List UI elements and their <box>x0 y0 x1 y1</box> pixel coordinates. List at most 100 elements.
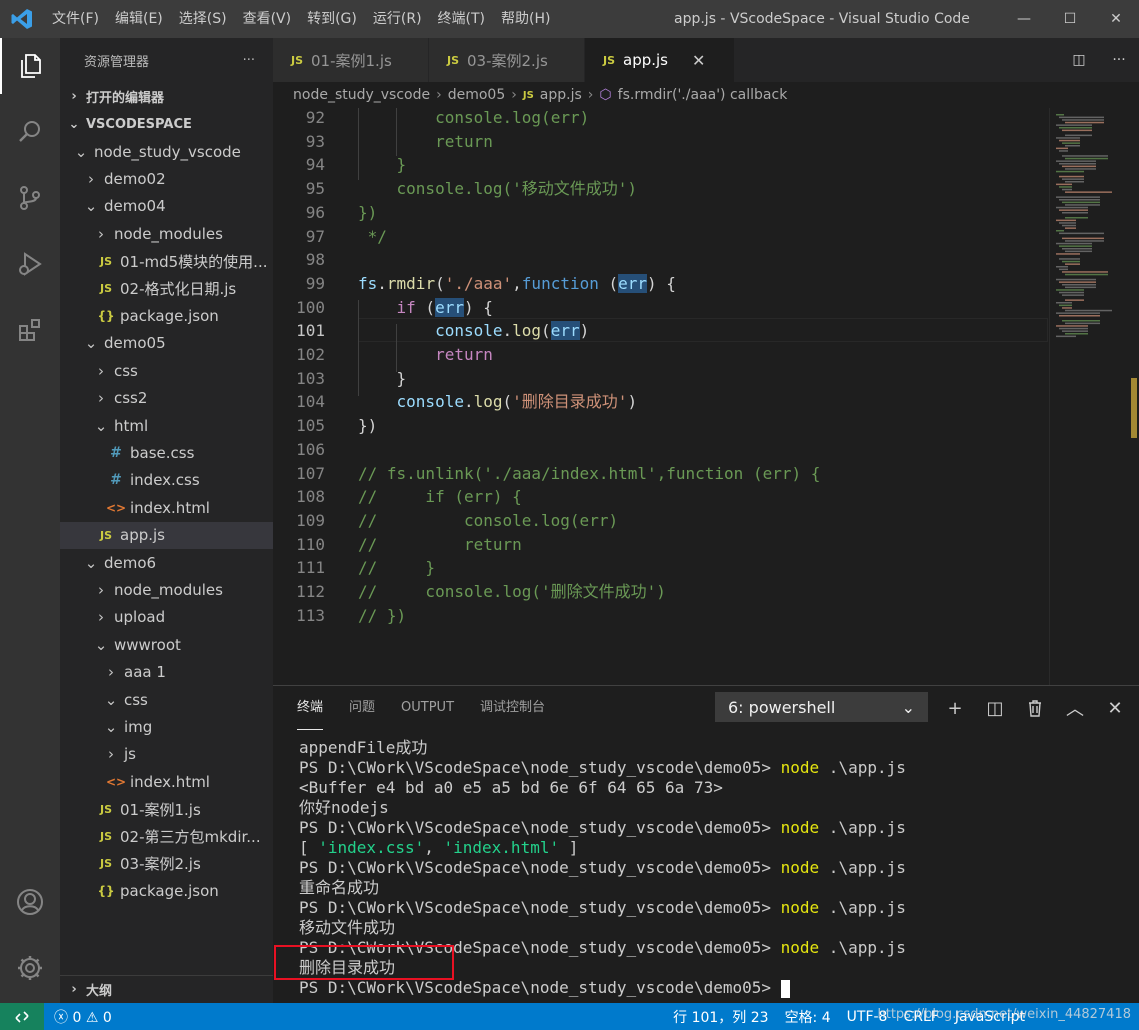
minimap-line <box>1056 114 1064 116</box>
search-icon[interactable] <box>0 104 60 160</box>
tree-file[interactable]: <> index.html <box>60 768 273 795</box>
split-editor-icon[interactable]: ◫ <box>1059 52 1099 68</box>
tree-file[interactable]: JS 03-案例2.js <box>60 850 273 877</box>
menu-item[interactable]: 选择(S) <box>171 0 235 38</box>
tree-folder[interactable]: › node_modules <box>60 220 273 247</box>
tree-file[interactable]: # base.css <box>60 439 273 466</box>
tree-folder[interactable]: › demo02 <box>60 165 273 192</box>
problems-status[interactable]: ⓧ 0 ⚠ 0 <box>54 1007 112 1027</box>
tree-file[interactable]: JS 02-格式化日期.js <box>60 275 273 302</box>
code-token: log <box>512 321 542 341</box>
tree-item-label: app.js <box>120 526 165 545</box>
remote-icon[interactable] <box>0 1003 44 1030</box>
run-debug-icon[interactable] <box>0 236 60 292</box>
terminal-select[interactable]: 6: powershell ⌄ <box>715 692 928 722</box>
split-terminal-icon[interactable]: ◫ <box>975 698 1015 719</box>
minimap-line <box>1059 291 1084 294</box>
tree-file[interactable]: {} package.json <box>60 302 273 329</box>
code-editor[interactable]: 92 console.log(err) 93 return 94 } 95 conso… <box>273 108 1139 685</box>
settings-gear-icon[interactable] <box>0 940 60 996</box>
breadcrumb-folder[interactable]: demo05 <box>448 87 506 103</box>
tree-file[interactable]: JS 01-md5模块的使用... <box>60 248 273 275</box>
menu-item[interactable]: 文件(F) <box>44 0 107 38</box>
breadcrumb-symbol[interactable]: fs.rmdir('./aaa') callback <box>618 87 788 103</box>
open-editors-section[interactable]: › 打开的编辑器 <box>60 82 273 110</box>
indentation-status[interactable]: 空格: 4 <box>785 1007 831 1027</box>
explorer-icon[interactable] <box>0 38 60 94</box>
title-bar: 文件(F) 编辑(E) 选择(S) 查看(V) 转到(G) 运行(R) 终端(T) 帮助(H)… <box>0 0 1139 38</box>
panel-tab[interactable]: 调试控制台 <box>480 686 545 730</box>
minimap[interactable] <box>1049 108 1139 685</box>
minimize-button[interactable]: — <box>1001 0 1047 38</box>
line-number: 107 <box>296 463 325 483</box>
code-token: // if (err) { <box>358 487 522 507</box>
breadcrumb-file[interactable]: app.js <box>540 87 582 103</box>
new-terminal-icon[interactable]: + <box>935 698 975 719</box>
minimap-line <box>1056 325 1088 327</box>
minimap-line <box>1056 196 1100 198</box>
tree-file[interactable]: JS 02-第三方包mkdir... <box>60 823 273 850</box>
more-actions-icon[interactable]: ··· <box>1099 52 1139 68</box>
outline-section[interactable]: › 大纲 <box>60 975 273 1003</box>
panel-tab[interactable]: 终端 <box>297 686 324 730</box>
minimap-line <box>1056 278 1096 281</box>
extensions-icon[interactable] <box>0 302 60 358</box>
chevron-right-icon: › <box>98 361 104 380</box>
code-token: console.log('移动文件成功') <box>358 179 638 199</box>
tree-file[interactable]: JS 01-案例1.js <box>60 796 273 823</box>
terminal-text: .\app.js <box>819 938 906 957</box>
tree-folder[interactable]: ⌄ node_study_vscode <box>60 138 273 165</box>
tree-folder[interactable]: › upload <box>60 604 273 631</box>
minimap-line <box>1059 281 1096 283</box>
editor-tab[interactable]: JS 03-案例2.js <box>429 38 585 82</box>
tree-folder[interactable]: › aaa 1 <box>60 659 273 686</box>
menu-item[interactable]: 查看(V) <box>235 0 300 38</box>
tree-folder[interactable]: › js <box>60 741 273 768</box>
close-tab-icon[interactable]: ✕ <box>692 51 705 70</box>
maximize-button[interactable]: ☐ <box>1047 0 1093 38</box>
tree-folder[interactable]: ⌄ wwwroot <box>60 631 273 658</box>
panel-tab[interactable]: OUTPUT <box>401 686 454 730</box>
tree-folder[interactable]: ⌄ demo6 <box>60 549 273 576</box>
tree-file[interactable]: {} package.json <box>60 878 273 905</box>
tree-folder[interactable]: › css <box>60 357 273 384</box>
menu-item[interactable]: 帮助(H) <box>493 0 558 38</box>
tree-folder[interactable]: ⌄ demo05 <box>60 330 273 357</box>
editor-tab[interactable]: JS 01-案例1.js <box>273 38 429 82</box>
menu-item[interactable]: 转到(G) <box>299 0 365 38</box>
trash-icon[interactable] <box>1015 699 1055 717</box>
tree-folder[interactable]: › css2 <box>60 385 273 412</box>
more-actions-icon[interactable]: ··· <box>243 53 255 68</box>
terminal-line: PS D:\CWork\VScodeSpace\node_study_vscod… <box>299 758 1139 778</box>
close-window-button[interactable]: ✕ <box>1093 0 1139 38</box>
source-control-icon[interactable] <box>0 170 60 226</box>
breadcrumb-folder[interactable]: node_study_vscode <box>293 87 430 103</box>
editor-scrollbar[interactable] <box>1131 378 1137 438</box>
explorer-header: 资源管理器 ··· <box>60 38 273 82</box>
account-icon[interactable] <box>0 874 60 930</box>
menu-item[interactable]: 运行(R) <box>365 0 430 38</box>
line-number: 109 <box>296 510 325 530</box>
line-number: 93 <box>305 131 325 151</box>
tree-folder[interactable]: ⌄ css <box>60 686 273 713</box>
code-line: 105}) <box>273 414 1053 438</box>
minimap-line <box>1059 209 1088 211</box>
cursor-position[interactable]: 行 101，列 23 <box>673 1007 768 1027</box>
tree-file[interactable]: <> index.html <box>60 494 273 521</box>
panel-tab[interactable]: 问题 <box>349 686 375 730</box>
tree-file[interactable]: # index.css <box>60 467 273 494</box>
tree-folder[interactable]: ⌄ demo04 <box>60 193 273 220</box>
tree-folder[interactable]: › node_modules <box>60 576 273 603</box>
minimap-line <box>1065 299 1084 301</box>
workspace-section[interactable]: ⌄ VSCODESPACE <box>60 110 273 138</box>
tree-file[interactable]: JS app.js <box>60 521 273 549</box>
menu-item[interactable]: 编辑(E) <box>107 0 171 38</box>
menu-item[interactable]: 终端(T) <box>430 0 493 38</box>
tree-folder[interactable]: ⌄ html <box>60 412 273 439</box>
editor-tab[interactable]: JS app.js ✕ <box>585 38 735 82</box>
tree-item-label: css2 <box>114 389 148 408</box>
maximize-panel-icon[interactable]: ︿ <box>1055 695 1095 721</box>
tree-folder[interactable]: ⌄ img <box>60 713 273 740</box>
minimap-line <box>1056 160 1096 162</box>
close-panel-icon[interactable]: ✕ <box>1095 698 1135 719</box>
